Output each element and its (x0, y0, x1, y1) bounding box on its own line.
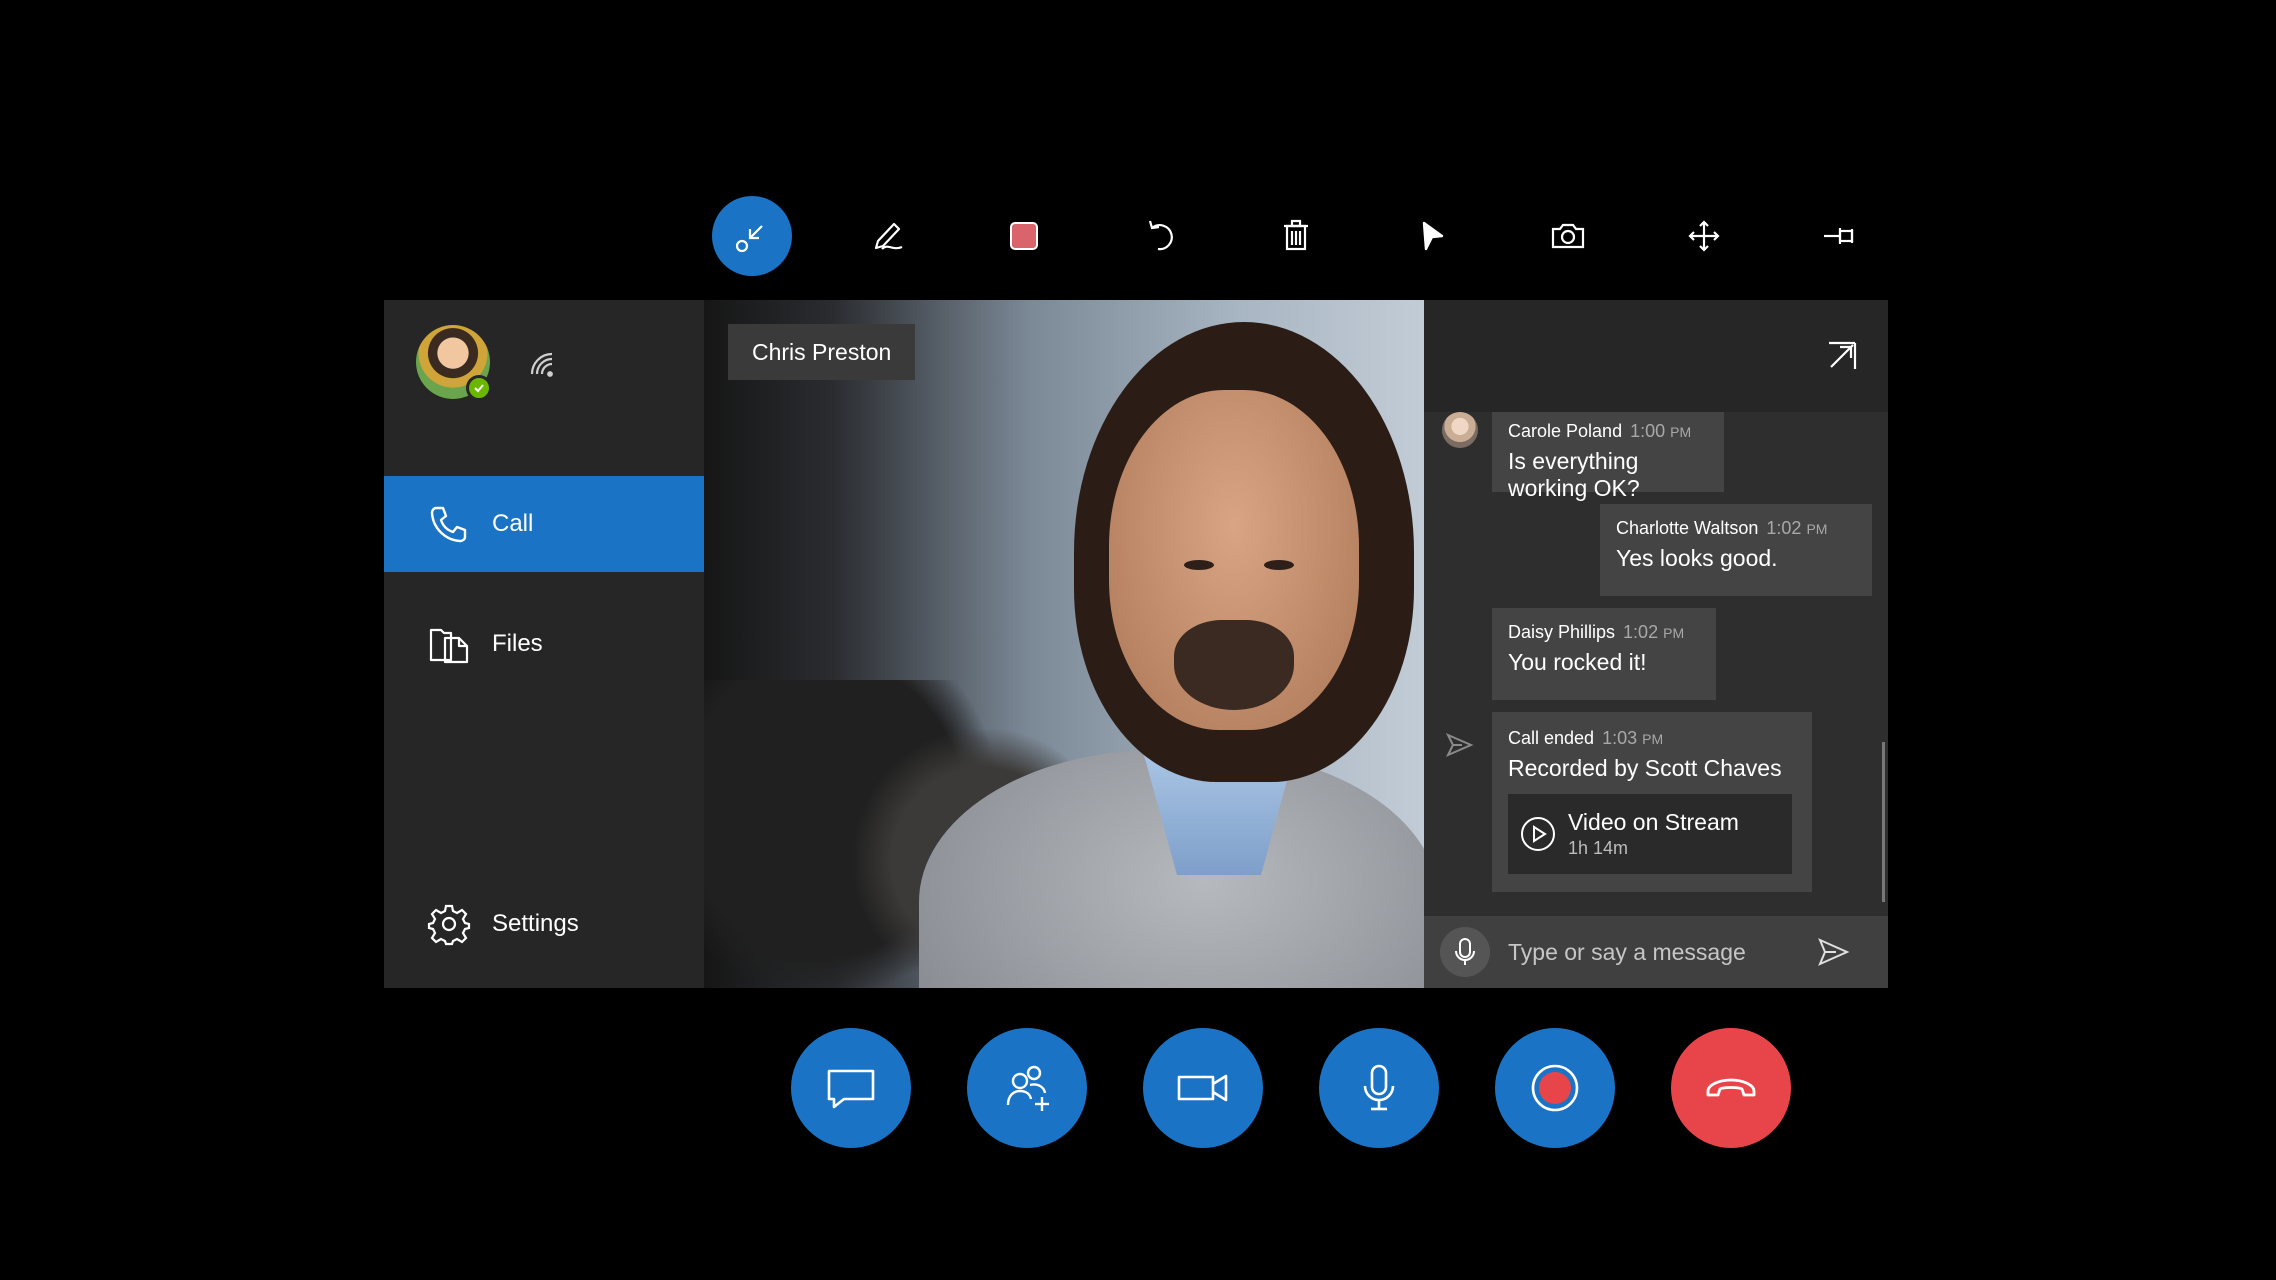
color-swatch-icon (1010, 222, 1038, 250)
message-ampm: PM (1663, 625, 1685, 641)
hang-up-icon (1706, 1078, 1756, 1097)
compose-bar (1424, 916, 1888, 988)
chat-message: Carole Poland 1:00 PM Is everything worki… (1492, 412, 1724, 501)
popout-icon (1829, 341, 1857, 369)
pin-button[interactable] (1800, 196, 1880, 276)
sidebar-item-label: Settings (492, 910, 579, 937)
message-ampm: PM (1642, 731, 1664, 747)
message-time: 1:00 (1630, 421, 1666, 441)
message-time: 1:02 (1623, 622, 1659, 642)
message-sender: Call ended (1508, 728, 1595, 748)
recording-card[interactable]: Video on Stream 1h 14m (1508, 794, 1792, 874)
hang-up-button[interactable] (1671, 1028, 1791, 1148)
pen-icon (874, 222, 903, 250)
add-people-icon (1006, 1065, 1049, 1111)
participant-name-tag: Chris Preston (728, 324, 916, 380)
message-text: Is everything working OK? (1508, 448, 1640, 501)
message-sender: Charlotte Waltson (1616, 518, 1759, 538)
send-icon (1818, 938, 1850, 966)
minimize-button[interactable] (712, 196, 792, 276)
recording-title: Video on Stream (1568, 809, 1739, 835)
message-ampm: PM (1806, 521, 1828, 537)
wireless-signal-icon (524, 346, 560, 382)
chat-message-list[interactable]: Carole Poland 1:00 PM Is everything worki… (1424, 412, 1888, 916)
chat-message: Daisy Phillips 1:02 PM You rocked it! (1492, 608, 1716, 700)
move-button[interactable] (1664, 196, 1744, 276)
sidebar-item-label: Call (492, 510, 534, 537)
microphone-icon (1455, 938, 1475, 965)
delete-button[interactable] (1256, 196, 1336, 276)
chat-button[interactable] (791, 1028, 911, 1148)
dictate-button[interactable] (1440, 927, 1490, 977)
arrow-pointer-icon (1422, 221, 1444, 251)
snapshot-button[interactable] (1528, 196, 1608, 276)
popout-button[interactable] (1826, 340, 1858, 372)
trash-icon (1284, 219, 1308, 251)
add-people-button[interactable] (967, 1028, 1087, 1148)
message-time: 1:03 (1602, 728, 1638, 748)
call-controls (0, 1028, 2276, 1148)
sidebar: Call Files Settings (384, 300, 704, 988)
move-icon (1688, 220, 1720, 252)
files-icon (422, 622, 476, 666)
chat-bubble-icon (827, 1069, 875, 1109)
inking-toolbar (0, 196, 2276, 276)
minimize-arrow-icon (735, 225, 763, 253)
presence-available-icon (466, 375, 492, 401)
color-picker-button[interactable] (984, 196, 1064, 276)
video-toggle-button[interactable] (1143, 1028, 1263, 1148)
pen-button[interactable] (848, 196, 928, 276)
mute-button[interactable] (1319, 1028, 1439, 1148)
pin-icon (1824, 228, 1854, 244)
message-ampm: PM (1670, 424, 1692, 440)
sidebar-item-call[interactable]: Call (384, 476, 704, 572)
sidebar-item-label: Files (492, 630, 543, 657)
gear-icon (422, 902, 476, 946)
call-ended-icon (1444, 730, 1474, 760)
chat-panel: Carole Poland 1:00 PM Is everything worki… (1424, 300, 1888, 988)
video-camera-icon (1177, 1074, 1228, 1102)
chat-message: Charlotte Waltson 1:02 PM Yes looks good. (1600, 504, 1872, 596)
sidebar-item-files[interactable]: Files (384, 596, 704, 692)
message-time: 1:02 (1766, 518, 1802, 538)
play-icon (1520, 816, 1556, 852)
chat-scrollbar[interactable] (1882, 742, 1885, 902)
camera-icon (1551, 223, 1585, 249)
message-text: You rocked it! (1508, 649, 1647, 675)
avatar[interactable] (416, 325, 492, 401)
message-sender: Carole Poland (1508, 421, 1623, 441)
phone-icon (422, 502, 476, 546)
message-input[interactable] (1506, 931, 1810, 973)
recording-duration: 1h 14m (1568, 838, 1629, 858)
message-sender: Daisy Phillips (1508, 622, 1616, 642)
sidebar-item-settings[interactable]: Settings (384, 876, 704, 972)
avatar (1442, 412, 1478, 448)
record-icon (1531, 1064, 1579, 1112)
record-button[interactable] (1495, 1028, 1615, 1148)
undo-icon (1148, 220, 1173, 251)
message-text: Recorded by Scott Chaves (1508, 755, 1782, 781)
arrow-button[interactable] (1392, 196, 1472, 276)
undo-button[interactable] (1120, 196, 1200, 276)
call-ended-message: Call ended 1:03 PM Recorded by Scott Chav… (1492, 712, 1812, 892)
call-window: Call Files Settings Chris Preston Carole… (384, 300, 1888, 988)
send-button[interactable] (1816, 935, 1850, 969)
video-feed[interactable]: Chris Preston (704, 300, 1424, 988)
microphone-icon (1363, 1064, 1395, 1111)
message-text: Yes looks good. (1616, 545, 1778, 571)
